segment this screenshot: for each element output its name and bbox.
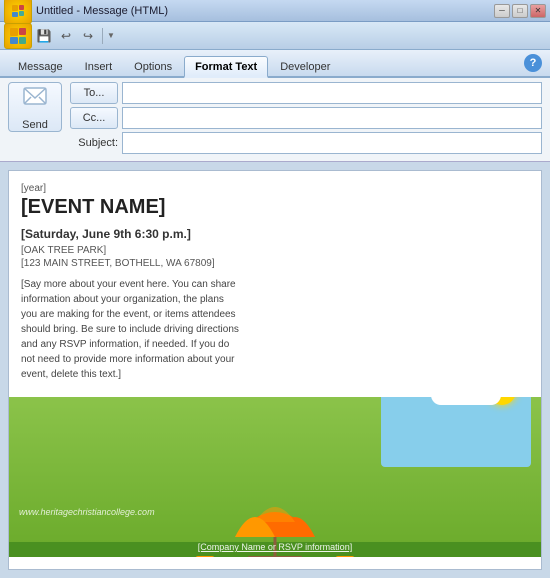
main-content: [year] [EVENT NAME] [Saturday, June 9th … bbox=[0, 162, 550, 578]
tab-format-text[interactable]: Format Text bbox=[184, 56, 268, 78]
chair-left bbox=[195, 556, 215, 557]
summer-scene-illustration: www.heritagechristiancollege.com [Compan… bbox=[9, 397, 541, 557]
subject-row: Subject: bbox=[70, 132, 542, 154]
help-button[interactable]: ? bbox=[524, 54, 542, 72]
umbrella-svg bbox=[225, 487, 325, 542]
quick-access-toolbar: 💾 ↩ ↪ ▼ bbox=[0, 22, 550, 50]
cc-input[interactable] bbox=[122, 107, 542, 129]
office-logo[interactable] bbox=[4, 0, 32, 24]
cc-row: Cc... bbox=[70, 107, 542, 129]
undo-arrow[interactable]: ↪ bbox=[78, 26, 98, 46]
event-location: [OAK TREE PARK] bbox=[21, 245, 529, 256]
event-description: [Say more about your event here. You can… bbox=[21, 277, 241, 382]
event-address: [123 MAIN STREET, BOTHELL, WA 67809] bbox=[21, 258, 529, 269]
minimize-button[interactable]: ─ bbox=[494, 4, 510, 18]
sky-background bbox=[381, 397, 531, 487]
tab-options[interactable]: Options bbox=[124, 57, 182, 76]
send-label: Send bbox=[22, 119, 48, 131]
title-bar-title: Untitled - Message (HTML) bbox=[36, 5, 168, 17]
tab-developer[interactable]: Developer bbox=[270, 57, 340, 76]
title-bar-left: Untitled - Message (HTML) bbox=[4, 0, 168, 24]
ribbon-tab-bar: Message Insert Options Format Text Devel… bbox=[0, 50, 550, 76]
close-button[interactable]: ✕ bbox=[530, 4, 546, 18]
to-input[interactable] bbox=[122, 82, 542, 104]
email-preview: [year] [EVENT NAME] [Saturday, June 9th … bbox=[8, 170, 542, 570]
save-button[interactable]: 💾 bbox=[34, 26, 54, 46]
umbrella-scene bbox=[225, 487, 325, 542]
preview-content: [year] [EVENT NAME] [Saturday, June 9th … bbox=[21, 183, 529, 557]
customize-dropdown[interactable]: ▼ bbox=[107, 31, 115, 40]
email-form: Send To... Cc... Subject: bbox=[0, 78, 550, 162]
tab-message[interactable]: Message bbox=[8, 57, 73, 76]
year-text: [year] bbox=[21, 183, 529, 194]
title-bar-controls: ─ □ ✕ bbox=[494, 4, 546, 18]
send-icon bbox=[21, 83, 49, 117]
subject-input[interactable] bbox=[122, 132, 542, 154]
undo-button[interactable]: ↩ bbox=[56, 26, 76, 46]
to-row: To... bbox=[70, 82, 542, 104]
title-bar: Untitled - Message (HTML) ─ □ ✕ bbox=[0, 0, 550, 22]
table bbox=[248, 556, 303, 557]
subject-label: Subject: bbox=[70, 137, 118, 149]
cloud bbox=[431, 397, 501, 405]
company-info: [Company Name or RSVP information] bbox=[198, 542, 352, 552]
umbrella bbox=[225, 487, 325, 542]
ribbon: Message Insert Options Format Text Devel… bbox=[0, 50, 550, 78]
email-fields: To... Cc... Subject: bbox=[70, 82, 542, 157]
to-button[interactable]: To... bbox=[70, 82, 118, 104]
chair-right bbox=[335, 556, 355, 557]
event-date: [Saturday, June 9th 6:30 p.m.] bbox=[21, 227, 529, 241]
send-button[interactable]: Send bbox=[8, 82, 62, 132]
cc-button[interactable]: Cc... bbox=[70, 107, 118, 129]
tab-insert[interactable]: Insert bbox=[75, 57, 123, 76]
website-text: www.heritagechristiancollege.com bbox=[19, 507, 155, 517]
office-button[interactable] bbox=[4, 23, 32, 49]
event-name: [EVENT NAME] bbox=[21, 196, 529, 219]
maximize-button[interactable]: □ bbox=[512, 4, 528, 18]
toolbar-separator bbox=[102, 28, 103, 44]
